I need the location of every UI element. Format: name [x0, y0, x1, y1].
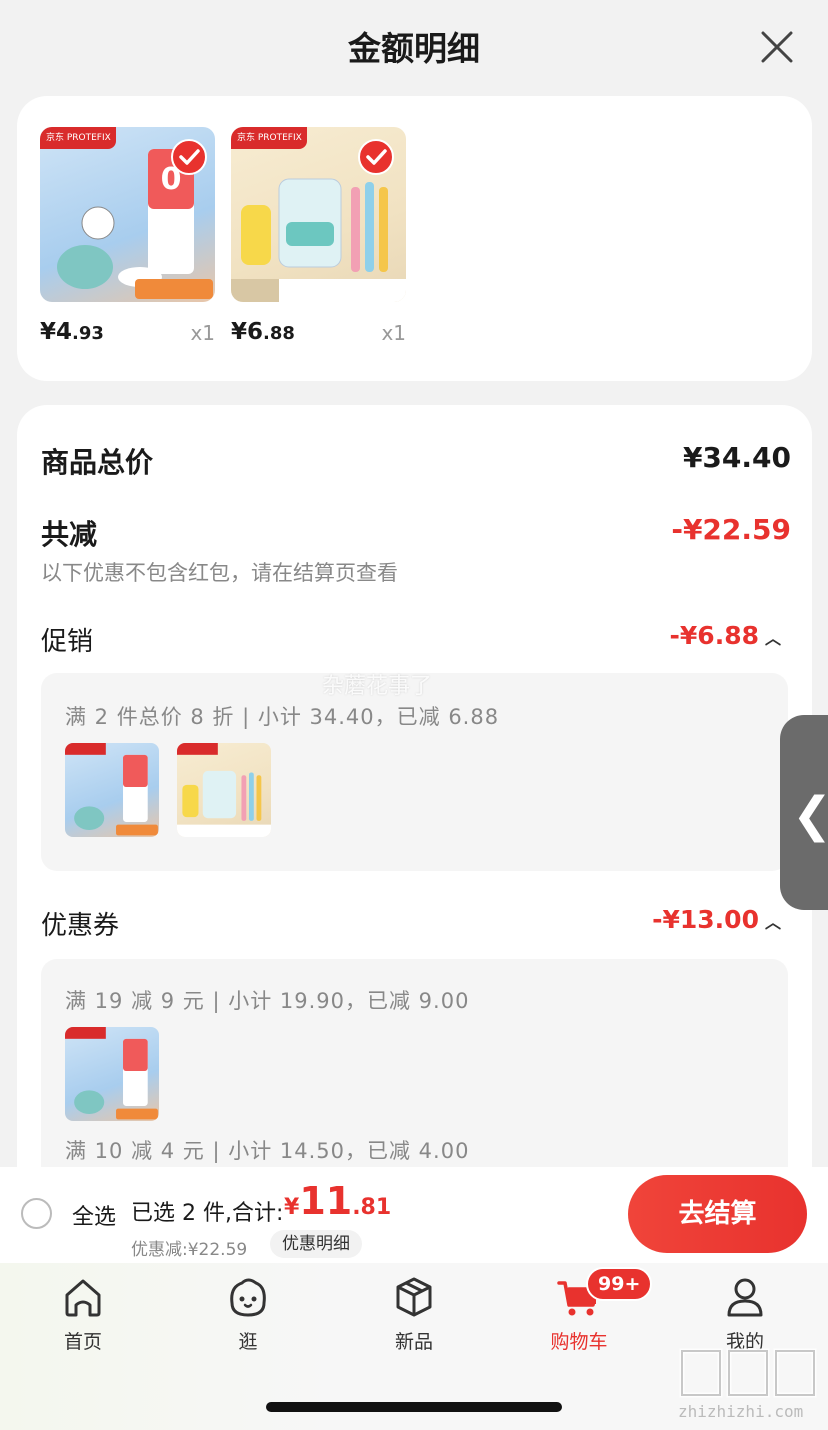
toothpaste-mini-illustration: [65, 743, 158, 836]
product-item[interactable]: 京东 PROTEFIX 0 ¥4.93 x1: [40, 127, 215, 345]
tab-browse[interactable]: 逛: [193, 1273, 303, 1354]
close-icon[interactable]: [757, 27, 797, 67]
face-icon: [230, 1278, 266, 1317]
product-qty: x1: [190, 321, 215, 345]
coupon-rule: 满 10 减 4 元 | 小计 14.50，已减 4.00: [65, 1139, 470, 1163]
product-image-toothbrush[interactable]: 京东 PROTEFIX: [231, 127, 406, 302]
toothbrush-mini-illustration: [177, 743, 271, 837]
promotion-value: -¥6.88 ︿: [669, 621, 781, 650]
coupon-label: 优惠券: [41, 911, 120, 941]
total-price-value: ¥34.40: [682, 441, 791, 474]
product-image-toothpaste[interactable]: 京东 PROTEFIX 0: [40, 127, 215, 302]
checkout-total: ¥11.81: [284, 1179, 392, 1223]
side-drawer-tab[interactable]: ❮: [780, 715, 828, 910]
product-qty: x1: [381, 321, 406, 345]
price-detail-card: 商品总价 ¥34.40 共减 -¥22.59 以下优惠不包含红包，请在结算页查看…: [17, 405, 812, 1205]
cart-count-badge: 99+: [586, 1267, 653, 1301]
promotion-panel: 满 2 件总价 8 折 | 小计 34.40，已减 6.88: [41, 673, 788, 871]
selected-count: 已选 2 件,合计:: [131, 1201, 284, 1226]
coupon-value: -¥13.00 ︿: [652, 905, 781, 934]
mini-thumb-toothpaste[interactable]: [65, 743, 159, 837]
discount-label: 共减: [41, 518, 98, 551]
discount-detail-button[interactable]: 优惠明细: [270, 1230, 362, 1258]
toothpaste-mini-illustration: [65, 1027, 158, 1120]
person-icon: [727, 1278, 763, 1317]
site-logo: [679, 1348, 817, 1398]
selected-products-card: 京东 PROTEFIX 0 ¥4.93 x1 京东 PROTEFIX ¥6.88…: [17, 96, 812, 381]
total-price-row: 商品总价 ¥34.40: [41, 441, 791, 481]
coupon-row[interactable]: 优惠券 -¥13.00 ︿: [41, 905, 791, 942]
select-all-label[interactable]: 全选: [72, 1199, 116, 1231]
home-indicator: [266, 1402, 562, 1412]
select-all-radio[interactable]: [21, 1198, 52, 1229]
discount-summary: 优惠减:¥22.59: [131, 1240, 248, 1260]
promotion-rule: 满 2 件总价 8 折 | 小计 34.40，已减 6.88: [65, 705, 500, 729]
discount-value: -¥22.59: [671, 513, 791, 546]
mini-thumb-toothbrush[interactable]: [177, 743, 271, 837]
tab-home[interactable]: 首页: [28, 1273, 138, 1354]
selected-check-icon[interactable]: [171, 139, 207, 175]
page-title: 金额明细: [348, 29, 480, 68]
product-price: ¥6.88: [231, 319, 295, 345]
discount-note: 以下优惠不包含红包，请在结算页查看: [41, 561, 398, 585]
site-url: zhizhizhi.com: [678, 1402, 804, 1421]
tab-profile[interactable]: 我的: [690, 1273, 800, 1354]
chevron-up-icon[interactable]: ︿: [765, 913, 781, 932]
overlay-text: 杂蘑花事了: [322, 674, 433, 699]
promotion-row[interactable]: 促销 -¥6.88 ︿: [41, 621, 791, 658]
discount-row: 共减 -¥22.59: [41, 513, 791, 553]
product-price: ¥4.93: [40, 319, 104, 345]
checkout-button[interactable]: 去结算: [628, 1175, 807, 1253]
total-price-label: 商品总价: [41, 446, 154, 479]
coupon-rule: 满 19 减 9 元 | 小计 19.90，已减 9.00: [65, 989, 470, 1013]
chevron-left-icon: ❮: [792, 787, 828, 843]
promotion-label: 促销: [41, 627, 94, 657]
box-icon: [396, 1277, 432, 1317]
home-icon: [65, 1279, 101, 1317]
checkout-bar: 全选 已选 2 件,合计: ¥11.81 优惠减:¥22.59 优惠明细 去结算: [0, 1167, 828, 1263]
tab-new[interactable]: 新品: [359, 1273, 469, 1354]
chevron-up-icon[interactable]: ︿: [765, 629, 781, 648]
product-item[interactable]: 京东 PROTEFIX ¥6.88 x1: [231, 127, 406, 345]
selected-check-icon[interactable]: [358, 139, 394, 175]
mini-thumb-toothpaste[interactable]: [65, 1027, 159, 1121]
